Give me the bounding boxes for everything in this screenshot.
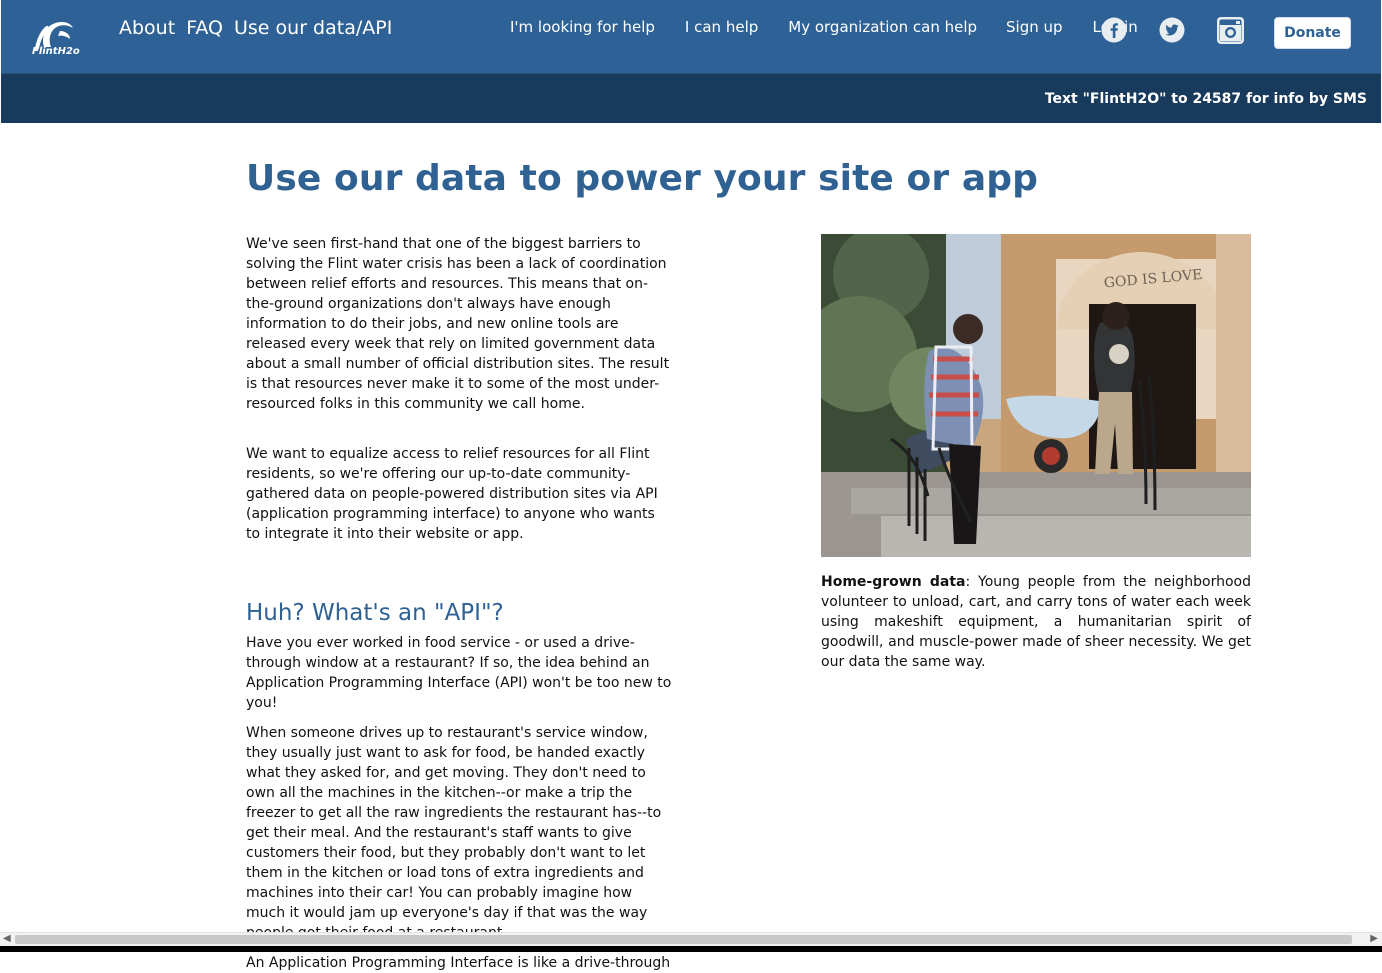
- scroll-right-icon[interactable]: ▶: [1370, 933, 1378, 944]
- window-bottom-edge: [0, 946, 1382, 952]
- photo-caption: Home-grown data: Young people from the n…: [821, 572, 1251, 672]
- caption-label: Home-grown data: [821, 574, 966, 590]
- intro-paragraph: We've seen first-hand that one of the bi…: [246, 236, 670, 412]
- article-column: We've seen first-hand that one of the bi…: [246, 234, 672, 973]
- nav-i-can-help-link[interactable]: I can help: [685, 17, 758, 37]
- nav-organization-help-link[interactable]: My organization can help: [788, 17, 977, 37]
- logo-text: FlintH2o: [32, 46, 80, 57]
- twitter-icon[interactable]: [1159, 17, 1185, 43]
- drive-through-paragraph: When someone drives up to restaurant's s…: [246, 725, 662, 941]
- nav-data-api-link[interactable]: Use our data/API: [234, 15, 392, 41]
- volunteers-scene: GOD IS LOVE: [821, 234, 1251, 557]
- api-intro-paragraph: Have you ever worked in food service - o…: [246, 635, 672, 711]
- nav-about-link[interactable]: About: [119, 15, 175, 41]
- top-navigation: FlintH2o About FAQ Use our data/API I'm …: [1, 0, 1381, 74]
- primary-nav: About FAQ Use our data/API: [119, 15, 403, 41]
- instagram-icon[interactable]: [1216, 16, 1245, 45]
- page-title: Use our data to power your site or app: [246, 158, 1038, 199]
- api-subtitle: Huh? What's an "API"?: [246, 600, 504, 626]
- nav-looking-for-help-link[interactable]: I'm looking for help: [510, 17, 655, 37]
- scrollbar-thumb[interactable]: [15, 935, 1352, 944]
- scroll-left-icon[interactable]: ◀: [3, 933, 11, 944]
- volunteers-photo: GOD IS LOVE: [821, 234, 1251, 557]
- donate-button[interactable]: Donate: [1274, 17, 1351, 49]
- nav-sign-up-link[interactable]: Sign up: [1006, 17, 1063, 37]
- api-definition-paragraph: An Application Programming Interface is …: [246, 955, 671, 971]
- sms-info-banner: Text "FlintH2O" to 24587 for info by SMS: [1, 74, 1381, 123]
- equalize-access-paragraph: We want to equalize access to relief res…: [246, 446, 658, 542]
- secondary-nav: I'm looking for help I can help My organ…: [510, 17, 1138, 37]
- nav-faq-link[interactable]: FAQ: [186, 15, 223, 41]
- facebook-icon[interactable]: [1101, 17, 1127, 43]
- horizontal-scrollbar[interactable]: ◀ ▶: [0, 932, 1382, 947]
